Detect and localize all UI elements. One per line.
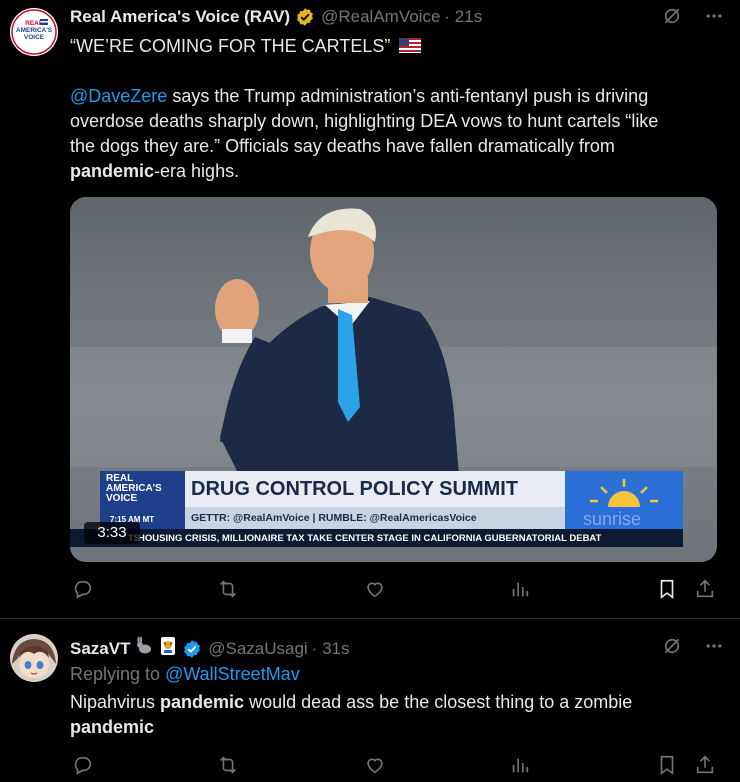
highlight-pandemic: pandemic bbox=[160, 692, 245, 712]
chyron-title-bar: DRUG CONTROL POLICY SUMMIT bbox=[185, 471, 565, 507]
joker-card-icon bbox=[159, 637, 177, 660]
action-bar bbox=[70, 752, 720, 782]
video-player[interactable]: REAL AMERICA'S VOICE DRUG CONTROL POLICY… bbox=[70, 197, 717, 562]
tweet-top-icons bbox=[662, 636, 724, 661]
ticker-text: HOUSING CRISIS, MILLIONAIRE TAX TAKE CEN… bbox=[138, 533, 602, 544]
author-name[interactable]: SazaVT bbox=[70, 638, 130, 660]
mention-link[interactable]: @DaveZere bbox=[70, 86, 167, 106]
timestamp[interactable]: · 31s bbox=[312, 638, 350, 660]
share-icon[interactable] bbox=[692, 752, 718, 778]
repost-icon[interactable] bbox=[215, 752, 241, 778]
tweet-header: Real America's Voice (RAV) @RealAmVoice … bbox=[70, 6, 482, 28]
more-icon[interactable] bbox=[704, 636, 724, 661]
us-flag-icon bbox=[399, 35, 422, 60]
author-handle[interactable]: @RealAmVoice bbox=[321, 6, 440, 28]
tweet-top-icons bbox=[662, 6, 724, 31]
share-icon[interactable] bbox=[692, 576, 718, 602]
tweet-title-line: “WE’RE COMING FOR THE CARTELS” bbox=[70, 34, 422, 60]
bookmark-icon[interactable] bbox=[654, 576, 680, 602]
avatar-logo-text: REAL AMERICA'S VOICE bbox=[15, 20, 53, 41]
timestamp[interactable]: · 21s bbox=[444, 6, 482, 28]
highlight-pandemic: pandemic bbox=[70, 161, 155, 181]
reply-icon[interactable] bbox=[70, 576, 96, 602]
like-icon[interactable] bbox=[362, 752, 388, 778]
avatar[interactable] bbox=[10, 634, 58, 682]
tweet-header: SazaVT @SazaUsagi · 31s bbox=[70, 636, 349, 662]
video-duration: 3:33 bbox=[84, 522, 140, 544]
tweet-rav[interactable]: REAL AMERICA'S VOICE Real America's Voic… bbox=[0, 0, 740, 619]
views-icon[interactable] bbox=[507, 576, 533, 602]
sunrise-logo: sunrise bbox=[565, 471, 683, 529]
tweet-text: Nipahvirus pandemic would dead ass be th… bbox=[70, 692, 633, 737]
action-bar bbox=[70, 576, 720, 606]
replying-to-link[interactable]: @WallStreetMav bbox=[165, 664, 300, 684]
highlight-pandemic: pandemic bbox=[70, 717, 155, 737]
chyron-subtitle: GETTR: @RealAmVoice | RUMBLE: @RealAmeri… bbox=[191, 512, 477, 524]
repost-icon[interactable] bbox=[215, 576, 241, 602]
verified-badge-icon[interactable] bbox=[182, 639, 202, 659]
more-icon[interactable] bbox=[704, 6, 724, 31]
reply-icon[interactable] bbox=[70, 752, 96, 778]
replying-to: Replying to @WallStreetMav bbox=[70, 664, 300, 684]
news-ticker: HOUSING CRISIS, MILLIONAIRE TAX TAKE CEN… bbox=[70, 529, 683, 547]
views-icon[interactable] bbox=[507, 752, 533, 778]
grok-icon[interactable] bbox=[662, 636, 682, 661]
name-emojis bbox=[134, 636, 177, 662]
chyron-sub-bar: GETTR: @RealAmVoice | RUMBLE: @RealAmeri… bbox=[185, 507, 565, 529]
tweet-text: @DaveZere says the Trump administration’… bbox=[70, 86, 659, 181]
verified-gold-badge-icon[interactable] bbox=[295, 7, 315, 27]
grok-icon[interactable] bbox=[662, 6, 682, 31]
bookmark-icon[interactable] bbox=[654, 752, 680, 778]
author-handle[interactable]: @SazaUsagi bbox=[208, 638, 307, 660]
rabbit-icon bbox=[134, 636, 159, 660]
like-icon[interactable] bbox=[362, 576, 388, 602]
avatar[interactable]: REAL AMERICA'S VOICE bbox=[10, 8, 58, 56]
chyron-title: DRUG CONTROL POLICY SUMMIT bbox=[191, 478, 519, 500]
sunrise-text: sunrise bbox=[583, 509, 642, 529]
author-name[interactable]: Real America's Voice (RAV) bbox=[70, 6, 290, 28]
